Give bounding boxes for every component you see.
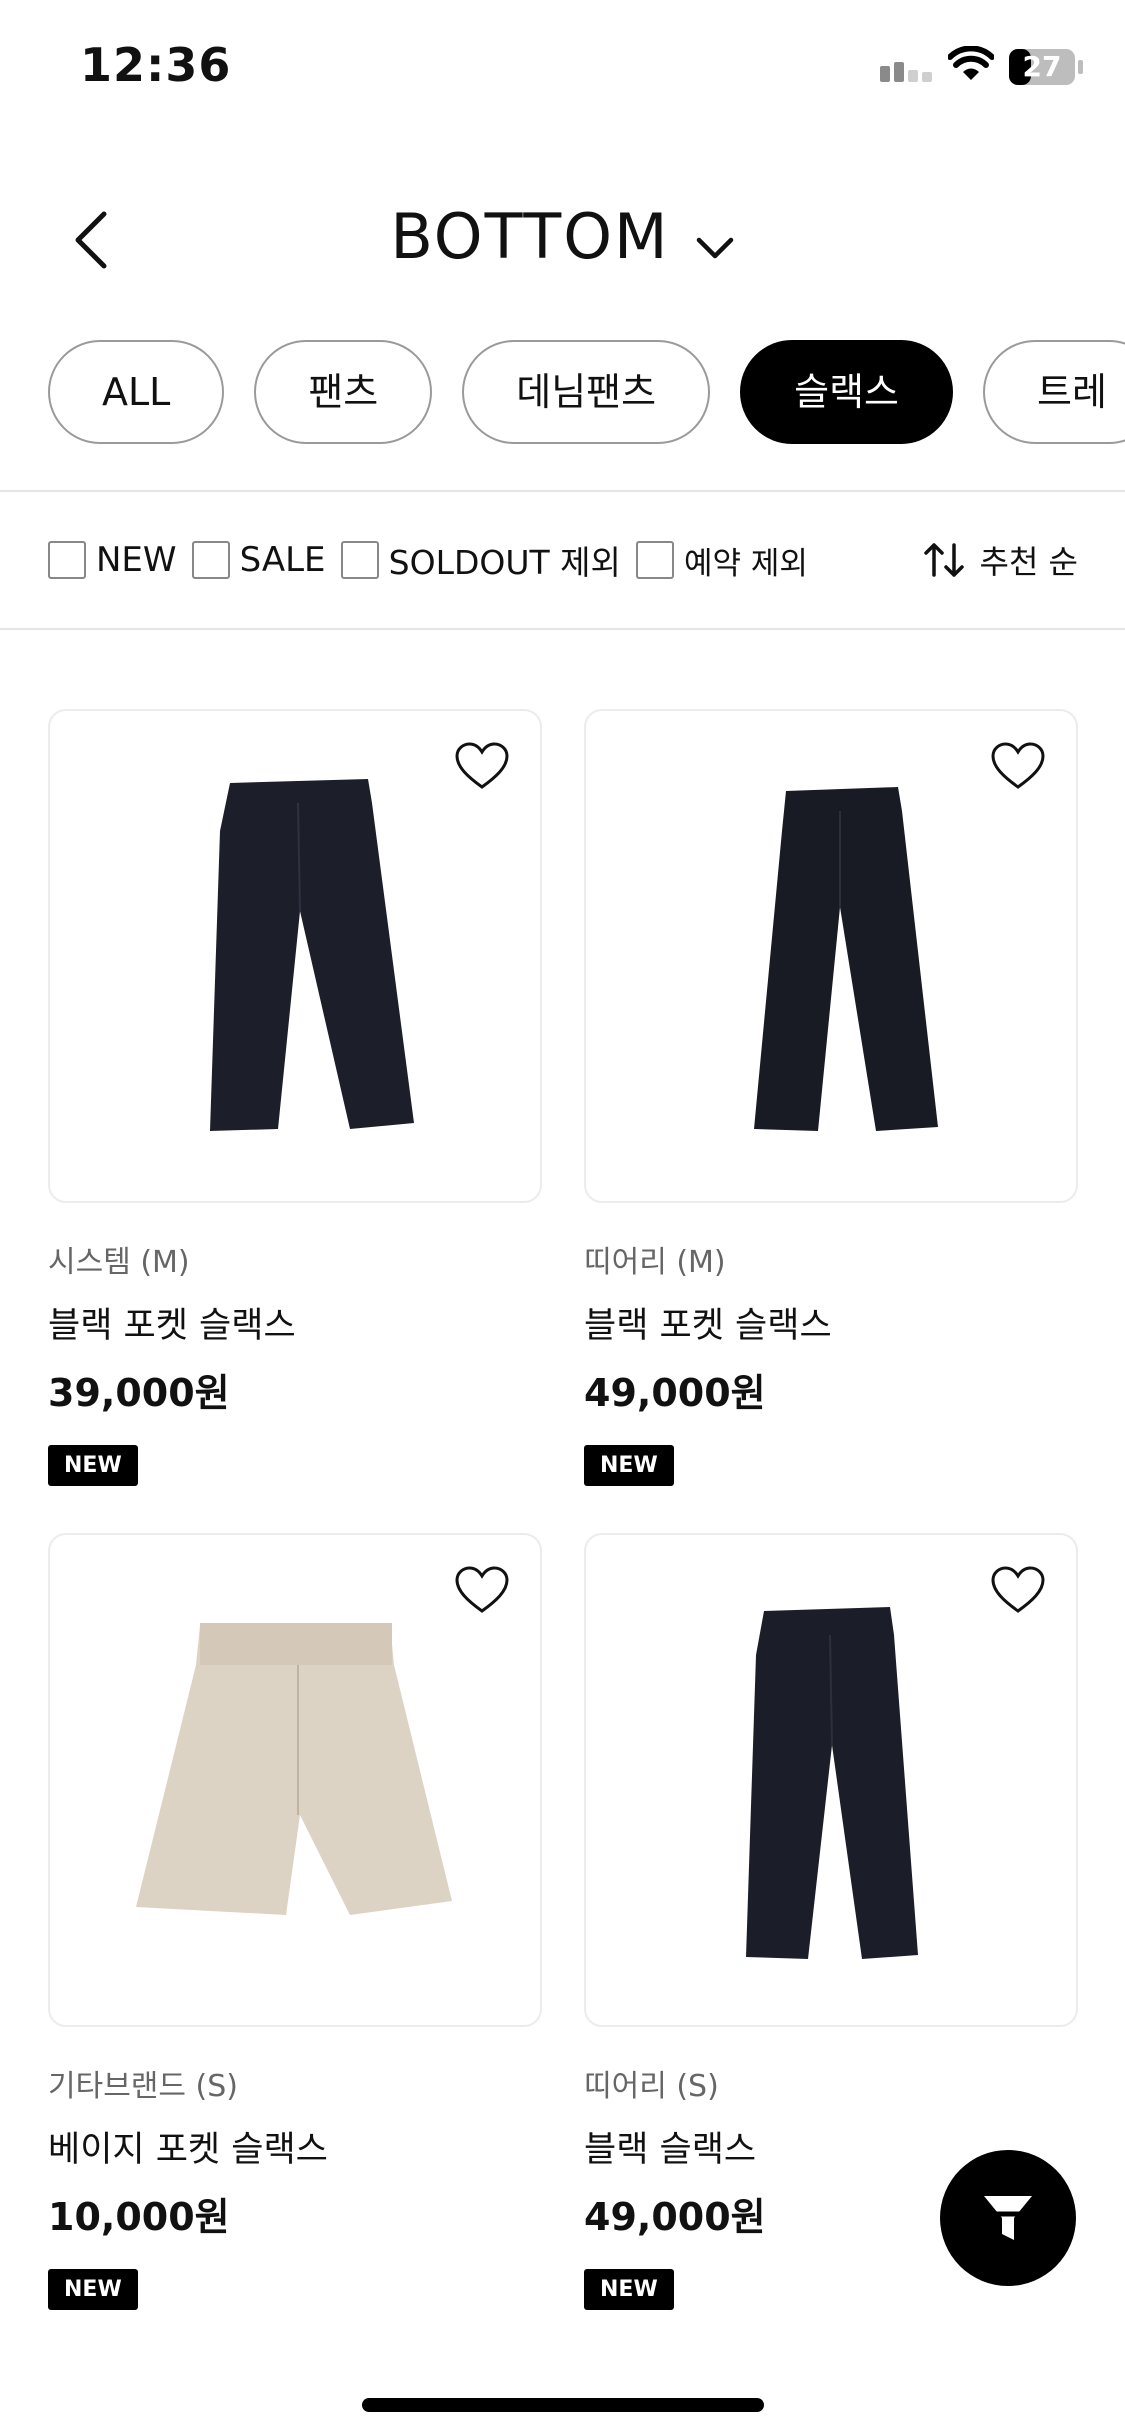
filter-reservation[interactable]: 예약 제외 (635, 530, 808, 590)
product-card[interactable]: 시스템 (M) 블랙 포켓 슬랙스 39,000원 NEW (48, 709, 542, 1486)
product-image[interactable] (48, 1533, 542, 2027)
product-name: 블랙 포켓 슬랙스 (584, 1306, 832, 1346)
sort-button[interactable]: 추천 순 (923, 530, 1079, 590)
filter-new-label: NEW (96, 540, 177, 580)
filter-funnel-icon (984, 2196, 1032, 2240)
product-brand: 시스템 (M) (48, 1245, 190, 1280)
cellular-signal-icon (880, 62, 932, 82)
new-badge: NEW (584, 1445, 674, 1486)
product-card[interactable]: 기타브랜드 (S) 베이지 포켓 슬랙스 10,000원 NEW (48, 1533, 542, 2310)
divider (0, 490, 1125, 492)
status-time: 12:36 (80, 38, 232, 92)
sort-label: 추천 순 (979, 543, 1079, 581)
battery-icon: 27 (1008, 48, 1083, 86)
heart-icon[interactable] (454, 1565, 510, 1615)
divider (0, 628, 1125, 630)
filter-reservation-label: 예약 제외 (683, 545, 808, 582)
home-indicator (362, 2398, 764, 2412)
product-image[interactable] (584, 1533, 1078, 2027)
filter-reservation-checkbox[interactable] (635, 541, 674, 579)
battery-level: 27 (1022, 50, 1062, 83)
chip-pants[interactable]: 팬츠 (254, 340, 433, 444)
product-image[interactable] (48, 709, 542, 1203)
category-title-dropdown[interactable]: BOTTOM (0, 200, 1125, 273)
chip-all[interactable]: ALL (48, 340, 225, 444)
product-card[interactable]: 띠어리 (M) 블랙 포켓 슬랙스 49,000원 NEW (584, 709, 1078, 1486)
subcategory-chips: ALL 팬츠 데님팬츠 슬랙스 트레 (48, 340, 1125, 450)
page-title: BOTTOM (390, 200, 670, 273)
product-price: 49,000원 (584, 1371, 766, 1415)
filter-soldout-label: SOLDOUT 제외 (388, 543, 621, 582)
product-brand: 띠어리 (M) (584, 1245, 726, 1280)
filter-sale[interactable]: SALE (191, 530, 326, 590)
filter-soldout[interactable]: SOLDOUT 제외 (340, 530, 621, 590)
chip-training[interactable]: 트레 (983, 340, 1125, 444)
filter-bar: NEW SALE SOLDOUT 제외 예약 제외 추천 순 (48, 530, 1078, 590)
chevron-down-icon (696, 237, 733, 258)
product-brand: 기타브랜드 (S) (48, 2069, 238, 2104)
filter-fab-button[interactable] (940, 2150, 1076, 2286)
new-badge: NEW (48, 1445, 138, 1486)
filter-soldout-checkbox[interactable] (340, 541, 379, 579)
wifi-icon (948, 46, 994, 80)
chip-slacks[interactable]: 슬랙스 (740, 340, 953, 444)
product-name: 베이지 포켓 슬랙스 (48, 2130, 328, 2170)
chip-denim-pants[interactable]: 데님팬츠 (462, 340, 711, 444)
sort-arrows-icon (923, 543, 964, 577)
product-price: 10,000원 (48, 2195, 230, 2239)
status-bar: 12:36 27 (0, 0, 1125, 140)
filter-new[interactable]: NEW (48, 530, 177, 590)
product-brand: 띠어리 (S) (584, 2069, 719, 2104)
filter-new-checkbox[interactable] (48, 541, 86, 579)
heart-icon[interactable] (454, 741, 510, 791)
new-badge: NEW (48, 2269, 138, 2310)
filter-sale-checkbox[interactable] (191, 541, 230, 579)
product-image[interactable] (584, 709, 1078, 1203)
new-badge: NEW (584, 2269, 674, 2310)
product-name: 블랙 포켓 슬랙스 (48, 1306, 296, 1346)
heart-icon[interactable] (990, 1565, 1046, 1615)
filter-sale-label: SALE (239, 540, 326, 580)
product-price: 39,000원 (48, 1371, 230, 1415)
heart-icon[interactable] (990, 741, 1046, 791)
header: BOTTOM (0, 180, 1125, 300)
